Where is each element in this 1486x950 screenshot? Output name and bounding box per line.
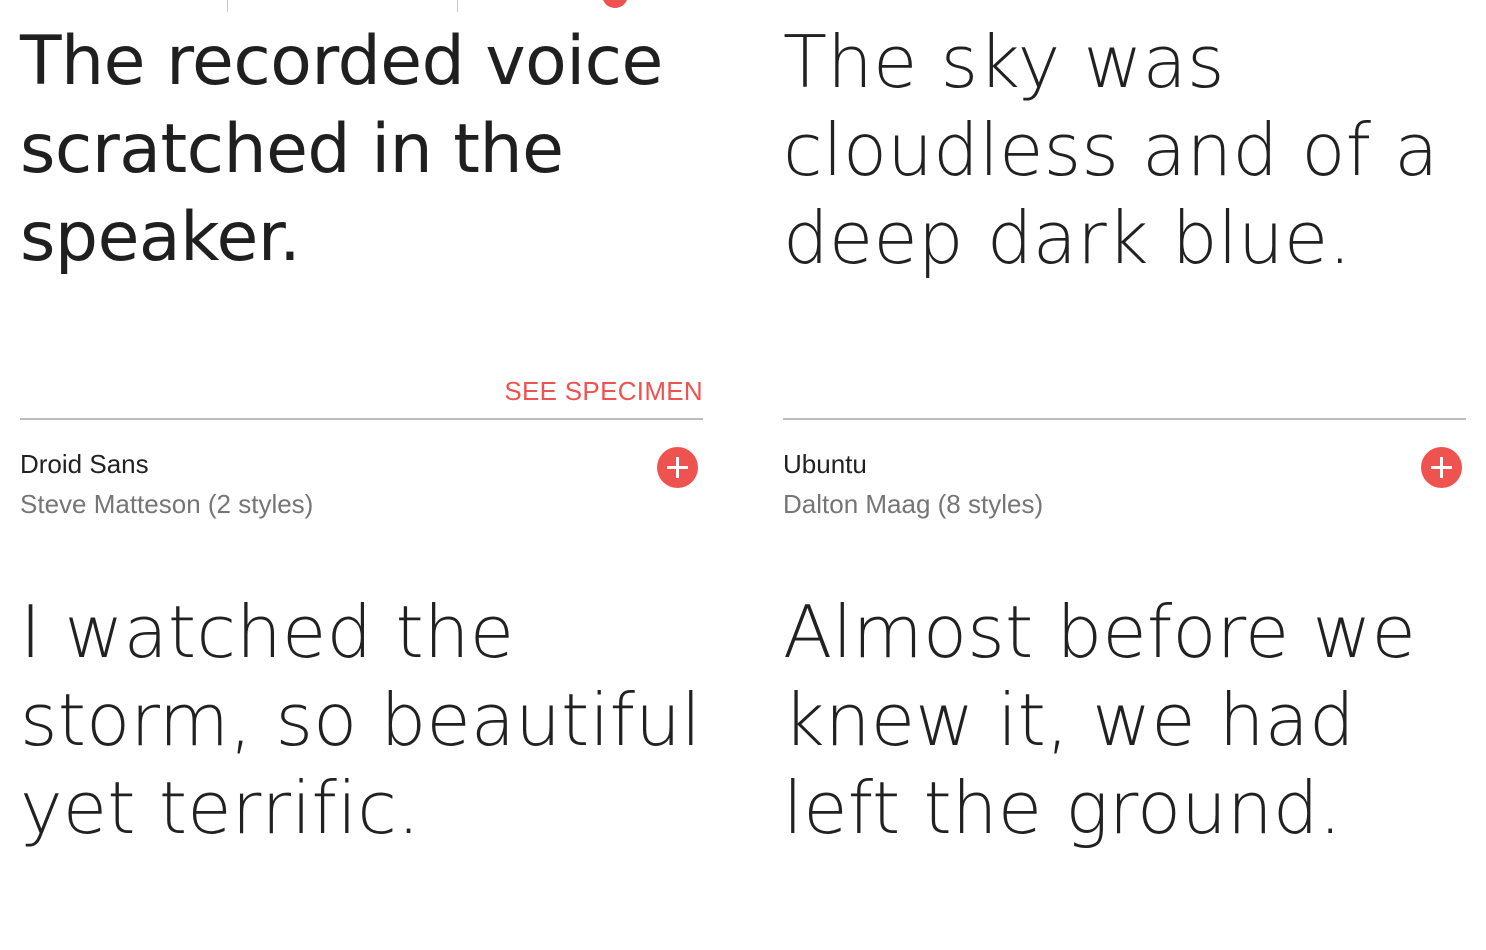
font-card-header-ubuntu: Ubuntu Dalton Maag (8 styles) <box>783 448 1043 520</box>
toolbar-separator <box>227 0 228 12</box>
font-card-top-right-sample: The sky was cloudless and of a deep dark… <box>783 18 1466 398</box>
font-author-styles: Steve Matteson (2 styles) <box>20 489 314 519</box>
font-name[interactable]: Droid Sans <box>20 448 313 480</box>
add-font-button[interactable] <box>657 447 698 488</box>
card-divider <box>783 418 1466 420</box>
sample-text: The recorded voice scratched in the spea… <box>20 22 663 277</box>
sample-text: Almost before we knew it, we had left th… <box>783 590 1417 850</box>
sample-text: The sky was cloudless and of a deep dark… <box>783 20 1439 280</box>
font-card-ubuntu-sample: Almost before we knew it, we had left th… <box>783 588 1473 852</box>
top-toolbar-fragment <box>20 0 703 12</box>
font-author-styles: Dalton Maag (8 styles) <box>783 489 1044 519</box>
see-specimen-link[interactable]: SEE SPECIMEN <box>504 376 703 407</box>
accent-indicator-icon <box>602 0 628 8</box>
plus-icon <box>1440 457 1443 478</box>
toolbar-separator <box>457 0 458 12</box>
sample-text: I watched the storm, so beautiful yet te… <box>20 590 702 850</box>
plus-icon <box>676 457 679 478</box>
font-card-droid-sans-sample: I watched the storm, so beautiful yet te… <box>20 588 710 852</box>
font-card-raleway-sample: The recorded voice scratched in the spea… <box>20 18 703 406</box>
card-divider <box>20 418 703 420</box>
font-card-header-droid-sans: Droid Sans Steve Matteson (2 styles) <box>20 448 313 520</box>
add-font-button[interactable] <box>1421 447 1462 488</box>
font-name[interactable]: Ubuntu <box>783 448 1043 480</box>
font-grid: The recorded voice scratched in the spea… <box>0 0 1486 950</box>
